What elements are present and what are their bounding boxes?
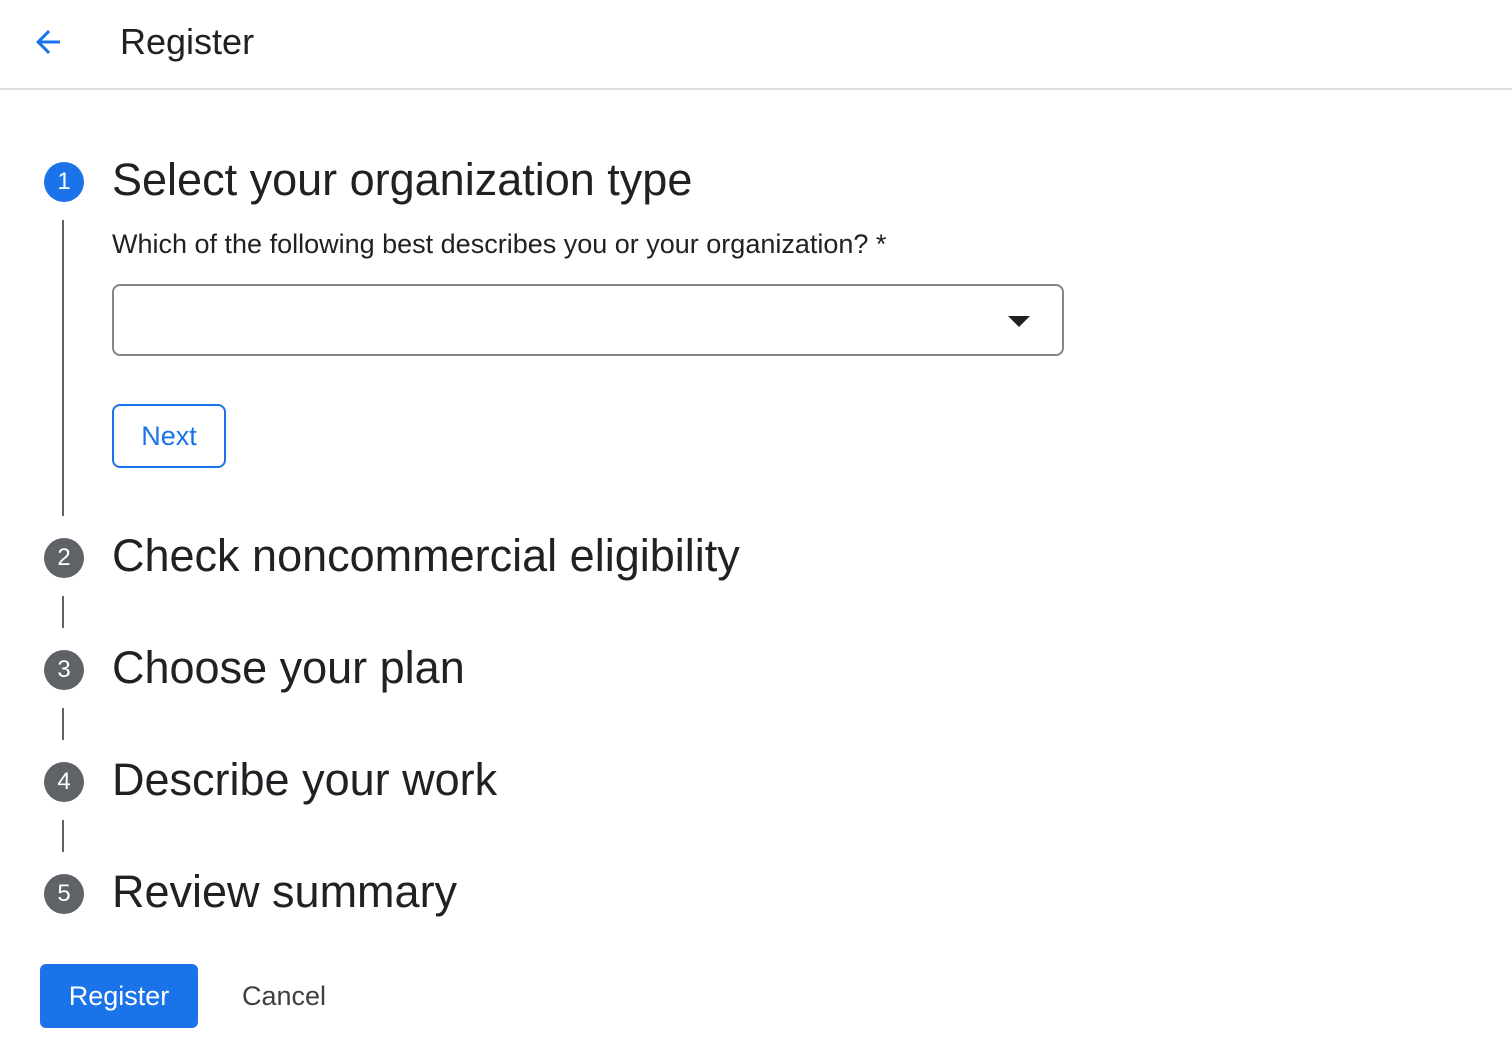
back-button[interactable] bbox=[24, 18, 72, 66]
step-2-title[interactable]: Check noncommercial eligibility bbox=[112, 530, 740, 582]
register-button[interactable]: Register bbox=[40, 964, 198, 1028]
step-connector-2 bbox=[62, 596, 64, 628]
step-connector-3 bbox=[62, 708, 64, 740]
caret-down-icon bbox=[1008, 316, 1030, 327]
step-1-indicator: 1 bbox=[44, 162, 84, 202]
organization-type-select[interactable] bbox=[112, 284, 1064, 356]
cancel-button[interactable]: Cancel bbox=[222, 964, 346, 1028]
page-title: Register bbox=[120, 21, 255, 62]
step-3-title[interactable]: Choose your plan bbox=[112, 642, 465, 694]
step-2-indicator: 2 bbox=[44, 538, 84, 578]
step-3-indicator: 3 bbox=[44, 650, 84, 690]
step-1-title[interactable]: Select your organization type bbox=[112, 154, 692, 206]
top-app-bar: Register bbox=[0, 0, 1512, 90]
next-button[interactable]: Next bbox=[112, 404, 226, 468]
step-connector-4 bbox=[62, 820, 64, 852]
arrow-left-icon bbox=[36, 30, 60, 54]
step-5-indicator: 5 bbox=[44, 874, 84, 914]
organization-type-question: Which of the following best describes yo… bbox=[112, 229, 887, 259]
step-5-title[interactable]: Review summary bbox=[112, 866, 457, 918]
step-connector-1 bbox=[62, 220, 64, 516]
step-4-title[interactable]: Describe your work bbox=[112, 754, 497, 806]
step-4-indicator: 4 bbox=[44, 762, 84, 802]
